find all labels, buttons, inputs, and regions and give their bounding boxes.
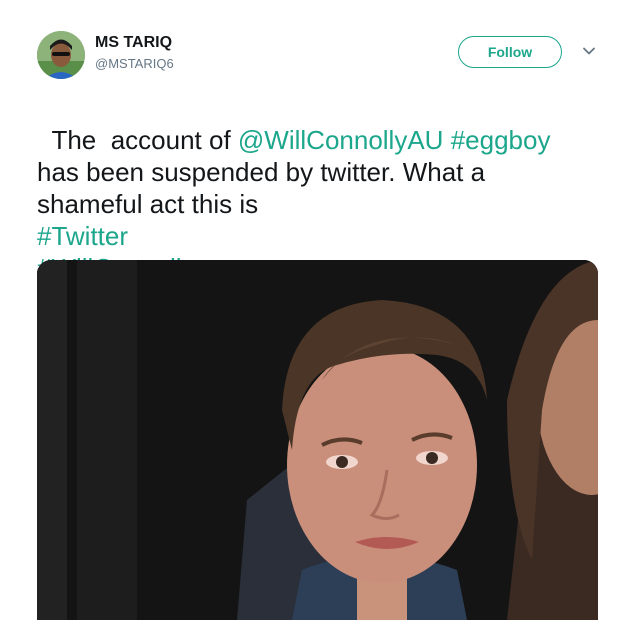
mention-link[interactable]: @WillConnollyAU xyxy=(238,125,444,155)
author-name[interactable]: MS TARIQ xyxy=(95,34,172,52)
tweet-media-photo[interactable] xyxy=(37,260,598,620)
tweet-text-segment xyxy=(443,125,450,155)
tweet-text-segment: has been suspended by twitter. What a sh… xyxy=(37,157,486,219)
hashtag-link-eggboy[interactable]: #eggboy xyxy=(451,125,551,155)
author-handle[interactable]: @MSTARIQ6 xyxy=(95,56,174,71)
tweet-text-segment: The account of xyxy=(51,125,238,155)
avatar[interactable] xyxy=(37,31,85,79)
follow-button[interactable]: Follow xyxy=(458,36,562,68)
photo-image xyxy=(37,260,598,620)
tweet-text: The account of @WillConnollyAU #eggboy h… xyxy=(37,92,607,284)
chevron-down-icon[interactable] xyxy=(582,44,596,58)
hashtag-link-twitter[interactable]: #Twitter xyxy=(37,221,128,251)
avatar-photo xyxy=(37,31,85,79)
